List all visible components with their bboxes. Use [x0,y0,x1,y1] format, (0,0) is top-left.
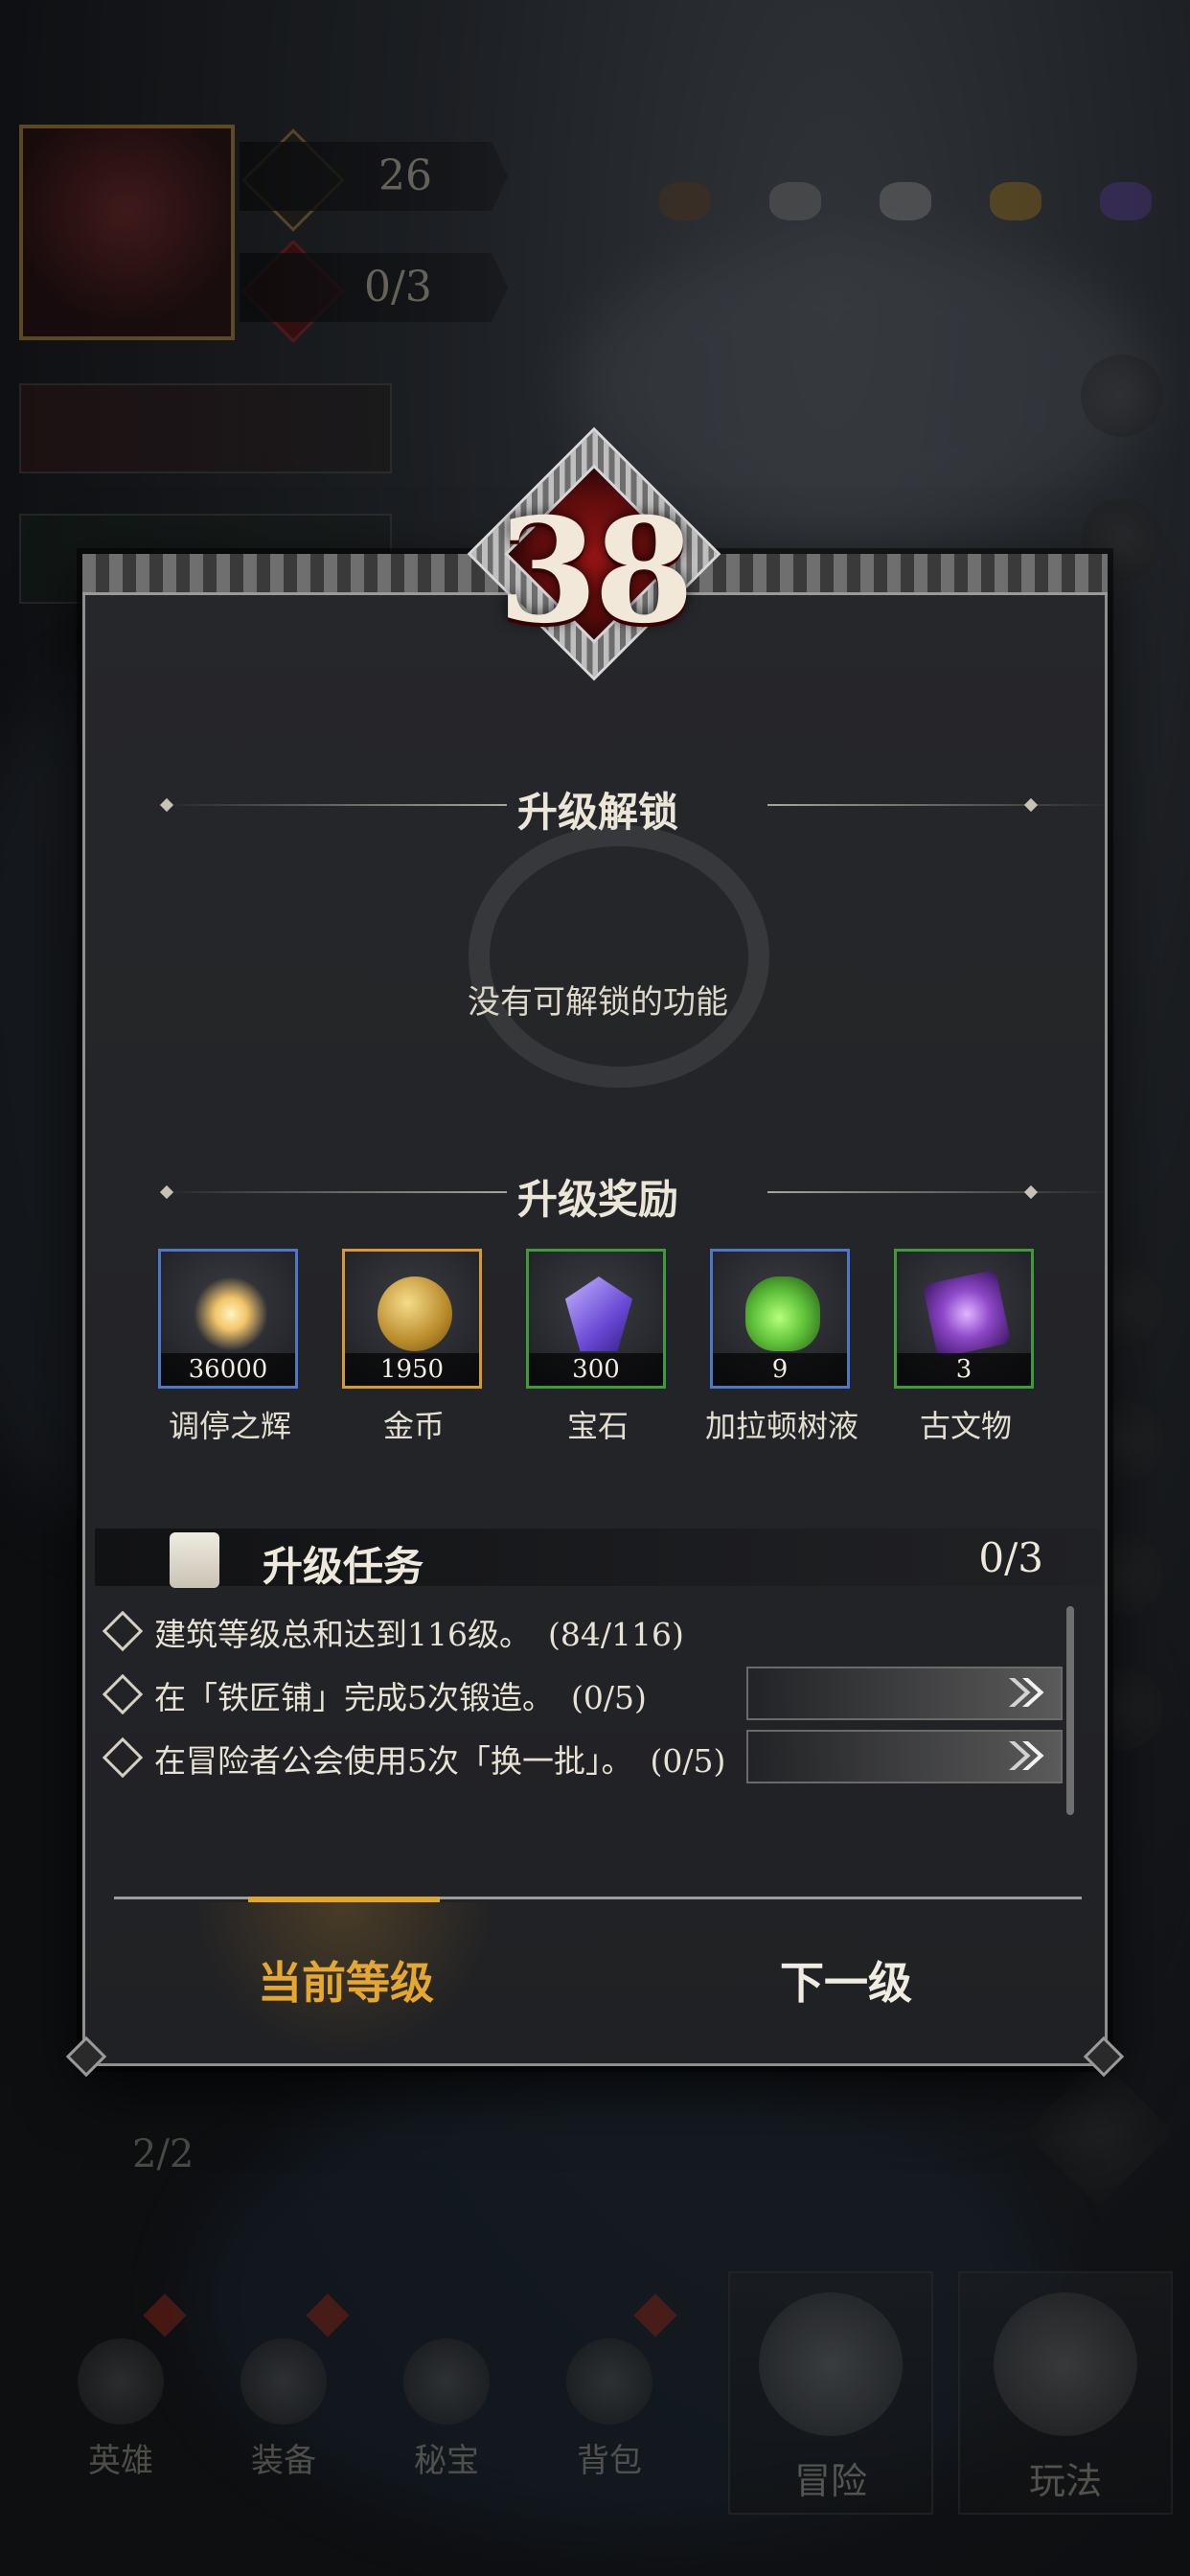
quest-text: 在「铁匠铺」完成5次锻造。 [154,1679,554,1716]
reward-name: 古文物 [919,1408,1012,1444]
double-chevron-icon [1009,1678,1031,1707]
reward-item[interactable]: 1950 金币 [342,1249,486,1446]
quest-count: (0/5) [650,1742,726,1780]
quest-title: 升级任务 [263,1543,424,1590]
reward-item[interactable]: 3 古文物 [894,1249,1038,1446]
level-emblem: 38 [467,426,721,681]
level-up-panel: 升级解锁 没有可解锁的功能 升级奖励 36000 调停之辉 1950 金币 30… [65,554,1125,2078]
reward-name: 宝石 [566,1408,629,1444]
tab-next-level[interactable]: 下一级 [780,1948,912,2012]
scroll-icon [170,1532,219,1588]
reward-count: 9 [713,1353,847,1386]
quest-count: (0/5) [571,1679,647,1716]
reward-item[interactable]: 36000 调停之辉 [158,1249,302,1446]
potion-icon [745,1276,820,1351]
reward-count: 300 [529,1353,663,1386]
reward-tile: 3 [894,1249,1034,1389]
quest-bullet-icon [102,1610,144,1652]
quest-go-button[interactable] [746,1667,1063,1720]
reward-tile: 300 [526,1249,666,1389]
radiance-icon [194,1276,268,1351]
quest-header: 升级任务 0/3 [95,1529,1101,1590]
quest-bullet-icon [102,1736,144,1779]
double-chevron-icon [1009,1741,1031,1770]
quest-progress: 0/3 [978,1534,1043,1581]
reward-count: 36000 [161,1353,295,1386]
quest-text: 在冒险者公会使用5次「换一批」。 [154,1742,633,1780]
quest-text: 建筑等级总和达到116级。 [154,1616,531,1653]
quest-count: (84/116) [548,1616,684,1653]
quest-item: 在冒险者公会使用5次「换一批」。 (0/5) [102,1730,1063,1783]
reward-item[interactable]: 300 宝石 [526,1249,670,1446]
active-tab-indicator [248,1897,440,1902]
reward-tile: 9 [710,1249,850,1389]
quest-scrollbar[interactable] [1066,1606,1074,1815]
reward-count: 3 [897,1353,1031,1386]
quest-item: 建筑等级总和达到116级。 (84/116) [102,1603,1063,1657]
reward-tile: 36000 [158,1249,298,1389]
gem-icon [564,1276,633,1351]
reward-title: 升级奖励 [516,1176,678,1223]
artifact-icon [922,1269,1012,1359]
reward-item[interactable]: 9 加拉顿树液 [705,1249,858,1446]
quest-item: 在「铁匠铺」完成5次锻造。 (0/5) [102,1667,1063,1720]
reward-name: 调停之辉 [168,1408,291,1444]
tab-current-level[interactable]: 当前等级 [258,1948,434,2012]
reward-count: 1950 [345,1353,479,1386]
reward-name: 加拉顿树液 [704,1408,858,1444]
quest-go-button[interactable] [746,1730,1063,1783]
reward-name: 金币 [382,1408,445,1444]
knot-watermark-icon [469,825,769,1088]
reward-tile: 1950 [342,1249,482,1389]
unlock-empty-message: 没有可解锁的功能 [468,983,728,1022]
quest-bullet-icon [102,1673,144,1715]
level-number: 38 [497,487,695,656]
gold-coin-icon [378,1276,452,1351]
